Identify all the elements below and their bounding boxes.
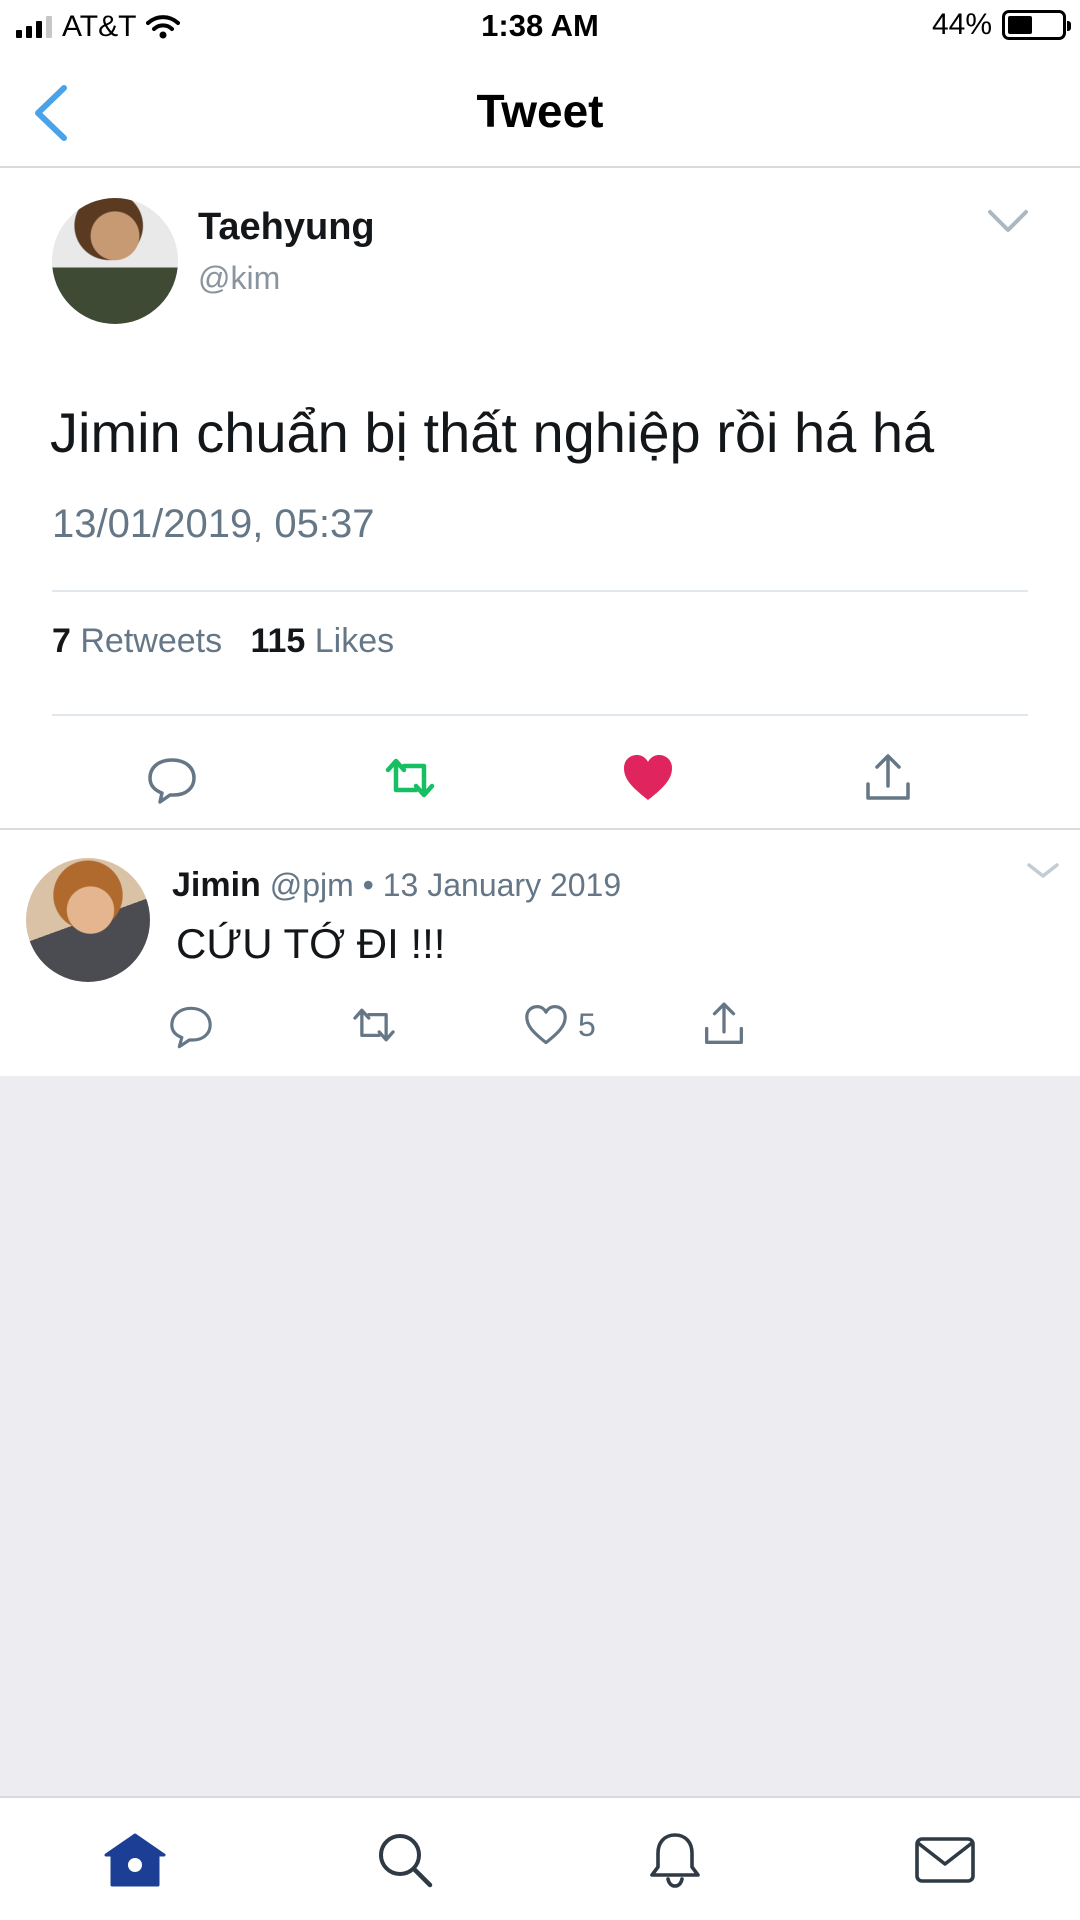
likes-stat[interactable]: 115 Likes	[250, 622, 394, 660]
retweet-icon	[353, 1008, 395, 1042]
reply-button[interactable]	[142, 748, 202, 808]
reply-share-button[interactable]	[698, 998, 750, 1052]
tab-bar	[0, 1796, 1080, 1920]
heart-filled-icon	[624, 755, 672, 800]
tab-home[interactable]	[100, 1828, 170, 1892]
battery-icon	[1002, 10, 1071, 40]
heart-icon	[525, 1005, 567, 1045]
retweets-stat[interactable]: 7 Retweets	[52, 622, 222, 660]
tweet-actions	[0, 748, 1080, 808]
author-name[interactable]: Taehyung	[198, 206, 375, 249]
share-icon	[705, 1002, 743, 1044]
reply-like-button[interactable]: 5	[522, 998, 596, 1052]
battery-percent: 44%	[931, 8, 992, 41]
reply-author-name[interactable]: Jimin	[172, 866, 261, 904]
reply-retweet-button[interactable]	[348, 998, 400, 1052]
mail-icon	[915, 1837, 975, 1883]
nav-bar: Tweet	[0, 56, 1080, 168]
reply-author-handle[interactable]: @pjm	[270, 867, 354, 903]
chevron-down-icon	[1027, 863, 1059, 878]
main-tweet: Taehyung @kim Jimin chuẩn bị thất nghiệp…	[0, 168, 1080, 830]
chevron-down-icon	[988, 210, 1028, 232]
avatar[interactable]	[26, 858, 150, 982]
reply-separator: •	[362, 867, 374, 903]
home-icon	[104, 1833, 166, 1887]
reply-actions: 5	[0, 998, 1080, 1052]
retweets-label: Retweets	[80, 622, 223, 660]
reply-like-count: 5	[578, 1006, 596, 1043]
reply-icon	[170, 1006, 212, 1049]
tweet-menu-button[interactable]	[984, 204, 1032, 240]
search-icon	[379, 1834, 433, 1888]
reply-text: CỨU TỚ ĐI !!!	[176, 920, 446, 967]
tweet-timestamp: 13/01/2019, 05:37	[52, 502, 375, 546]
status-time: 1:38 AM	[481, 8, 599, 43]
tweet-stats: 7 Retweets 115 Likes	[52, 622, 394, 661]
author-handle[interactable]: @kim	[198, 260, 280, 297]
avatar[interactable]	[52, 198, 178, 324]
like-button[interactable]	[618, 748, 678, 808]
likes-count: 115	[250, 622, 306, 660]
reply-reply-button[interactable]	[166, 998, 216, 1052]
divider	[52, 590, 1028, 592]
status-bar: AT&T 1:38 AM 44%	[0, 0, 1080, 56]
share-icon	[866, 754, 910, 800]
reply-header: Jimin @pjm • 13 January 2019	[172, 866, 621, 905]
tab-messages[interactable]	[910, 1828, 980, 1892]
reply-date: 13 January 2019	[382, 867, 622, 903]
share-button[interactable]	[858, 748, 918, 808]
bell-icon	[650, 1833, 700, 1888]
empty-area	[0, 1076, 1080, 1796]
reply-icon	[148, 758, 196, 804]
status-right: 44%	[931, 8, 1071, 42]
likes-label: Likes	[314, 622, 395, 660]
page-title: Tweet	[476, 85, 604, 137]
tab-notifications[interactable]	[640, 1828, 710, 1892]
retweet-icon	[385, 758, 435, 798]
tab-search[interactable]	[370, 1828, 440, 1892]
tweet-text: Jimin chuẩn bị thất nghiệp rồi há há	[50, 401, 935, 464]
reply-tweet[interactable]: Jimin @pjm • 13 January 2019 CỨU TỚ ĐI !…	[0, 832, 1080, 1076]
divider	[52, 714, 1028, 716]
reply-menu-button[interactable]	[1024, 856, 1062, 886]
retweets-count: 7	[52, 622, 71, 660]
retweet-button[interactable]	[380, 748, 440, 808]
